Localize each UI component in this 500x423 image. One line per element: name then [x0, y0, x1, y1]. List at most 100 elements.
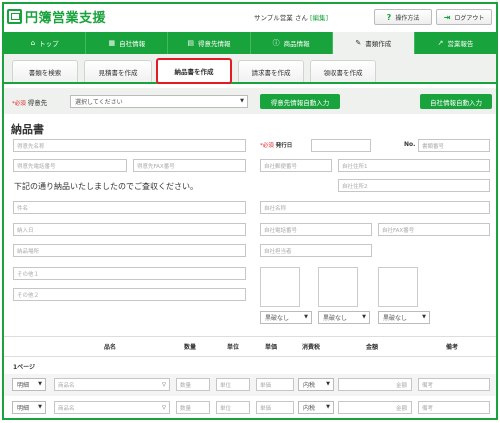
logout-label: ログアウト	[454, 14, 485, 22]
chevron-down-icon: ▼	[326, 381, 330, 387]
required-mark: *必須	[260, 143, 274, 149]
nav-label: 書類作成	[365, 40, 392, 48]
header-unit: 単位	[227, 344, 240, 351]
price-input[interactable]: 単価	[256, 401, 294, 414]
edit-profile-link[interactable]: [編集]	[310, 14, 328, 22]
document-title: 納品書	[11, 123, 44, 136]
qty-input[interactable]: 数量	[176, 401, 210, 414]
chevron-down-icon: ▼	[304, 314, 308, 320]
company-address2-input[interactable]: 自社住所2	[338, 179, 490, 192]
document-tabs: 書類を検索 見積書を作成 納品書を作成 請求書を作成 領収書を作成	[4, 54, 496, 84]
app-logo[interactable]: 円簿営業支援	[7, 7, 106, 26]
company-address1-input[interactable]: 自社住所1	[338, 159, 490, 172]
nav-item-reports[interactable]: ↗ 営業報告	[415, 32, 496, 54]
qty-input[interactable]: 数量	[176, 378, 210, 391]
company-fax-input[interactable]: 自社FAX番号	[378, 223, 490, 236]
company-rep-input[interactable]: 自社担当者	[260, 244, 372, 257]
client-select-value: 選択してください	[75, 99, 123, 106]
triangle-down-icon[interactable]: ▽	[162, 382, 166, 388]
item-name-input[interactable]: 商品名 ▽	[54, 401, 170, 414]
building-icon: ▦	[108, 39, 116, 47]
amount-field: 金額	[338, 378, 412, 391]
nav-label: 商品情報	[283, 40, 310, 48]
user-honorific: さん	[294, 14, 308, 22]
nav-label: 営業報告	[447, 40, 474, 48]
main-nav: ⌂ トップ ▦ 自社情報 ▤ 得意先情報 ⓘ 商品情報 ✎ 書類作成 ↗ 営業報告	[4, 32, 496, 54]
item-name-input[interactable]: 商品名 ▽	[54, 378, 170, 391]
nav-item-clients[interactable]: ▤ 得意先情報	[168, 32, 251, 54]
seal-box-2	[318, 267, 358, 307]
doc-number-input[interactable]: 書類番号	[418, 139, 490, 152]
price-input[interactable]: 単価	[256, 378, 294, 391]
header-qty: 数量	[184, 344, 197, 351]
chevron-down-icon: ▼	[240, 98, 244, 104]
note-input[interactable]: 備考	[418, 401, 490, 414]
unit-input[interactable]: 単位	[216, 378, 250, 391]
seal-box-1	[260, 267, 300, 307]
nav-item-products[interactable]: ⓘ 商品情報	[251, 32, 333, 54]
nav-item-company[interactable]: ▦ 自社情報	[86, 32, 169, 54]
tax-select[interactable]: 内税 ▼	[298, 401, 334, 414]
nav-label: トップ	[39, 40, 59, 48]
client-select[interactable]: 選択してください ▼	[70, 95, 248, 108]
other2-input[interactable]: その他２	[13, 288, 246, 301]
subject-input[interactable]: 件名	[13, 201, 246, 214]
client-autofill-button[interactable]: 得意先情報自動入力	[260, 94, 340, 109]
triangle-down-icon[interactable]: ▽	[162, 405, 166, 411]
page-label: 1ページ	[13, 364, 36, 371]
client-phone-input[interactable]: 得意先電話番号	[13, 159, 127, 172]
chart-icon: ↗	[437, 39, 444, 47]
amount-field: 金額	[338, 401, 412, 414]
nav-label: 得意先情報	[197, 40, 231, 48]
tab-search[interactable]: 書類を検索	[12, 60, 78, 82]
divider	[4, 356, 496, 357]
chevron-down-icon: ▼	[422, 314, 426, 320]
issue-date-label: *必須 発行日	[260, 141, 292, 149]
tab-delivery[interactable]: 納品書を作成	[156, 58, 232, 84]
doc-no-label: No.	[404, 141, 416, 148]
tab-estimate[interactable]: 見積書を作成	[84, 60, 152, 82]
chevron-down-icon: ▼	[38, 381, 42, 387]
header-price: 単価	[265, 344, 278, 351]
other1-input[interactable]: その他１	[13, 267, 246, 280]
row-type-value: 明細	[17, 382, 30, 389]
unit-input[interactable]: 単位	[216, 401, 250, 414]
chevron-down-icon: ▼	[38, 404, 42, 410]
row-type-select[interactable]: 明細 ▼	[12, 401, 46, 414]
delivery-place-input[interactable]: 納品場所	[13, 244, 246, 257]
company-autofill-button[interactable]: 自社情報自動入力	[420, 94, 492, 109]
nav-label: 自社情報	[119, 40, 146, 48]
company-zip-input[interactable]: 自社郵便番号	[260, 159, 332, 172]
seal-select-2[interactable]: 黒破なし ▼	[318, 311, 370, 324]
row-type-value: 明細	[17, 405, 30, 412]
logout-button[interactable]: ⇥ ログアウト	[436, 9, 492, 25]
seal-select-3[interactable]: 黒破なし ▼	[378, 311, 430, 324]
header-tax: 消費税	[302, 344, 321, 351]
issue-date-label-text: 発行日	[275, 143, 293, 149]
company-phone-input[interactable]: 自社電話番号	[260, 223, 372, 236]
row-type-select[interactable]: 明細 ▼	[12, 378, 46, 391]
delivery-message: 下記の通り納品いたしましたのでご査収ください。	[14, 182, 198, 191]
nav-item-documents[interactable]: ✎ 書類作成	[332, 32, 415, 54]
help-button[interactable]: ? 操作方法	[374, 9, 432, 25]
seal-box-3	[378, 267, 418, 307]
client-name-input[interactable]: 得意先名称	[13, 139, 246, 152]
contacts-icon: ▤	[187, 39, 194, 47]
tab-receipt[interactable]: 領収書を作成	[310, 60, 376, 82]
seal-select-value: 黒破なし	[383, 315, 408, 322]
delivery-date-input[interactable]: 納入日	[13, 223, 246, 236]
tab-invoice[interactable]: 請求書を作成	[238, 60, 304, 82]
table-row: 明細 ▼ 商品名 ▽ 数量 単位 単価 内税 ▼ 金額 備考	[4, 374, 496, 396]
edit-icon: ✎	[355, 39, 362, 47]
tax-select[interactable]: 内税 ▼	[298, 378, 334, 391]
seal-select-1[interactable]: 黒破なし ▼	[260, 311, 312, 324]
nav-item-top[interactable]: ⌂ トップ	[4, 32, 87, 54]
note-input[interactable]: 備考	[418, 378, 490, 391]
user-name: サンプル営業	[254, 14, 293, 22]
issue-date-input[interactable]	[311, 139, 371, 152]
client-fax-input[interactable]: 得意先FAX番号	[133, 159, 246, 172]
logo-icon	[7, 9, 22, 24]
company-name-input[interactable]: 自社名称	[260, 201, 490, 214]
header-amount: 金額	[366, 344, 379, 351]
app-name: 円簿営業支援	[25, 11, 107, 26]
